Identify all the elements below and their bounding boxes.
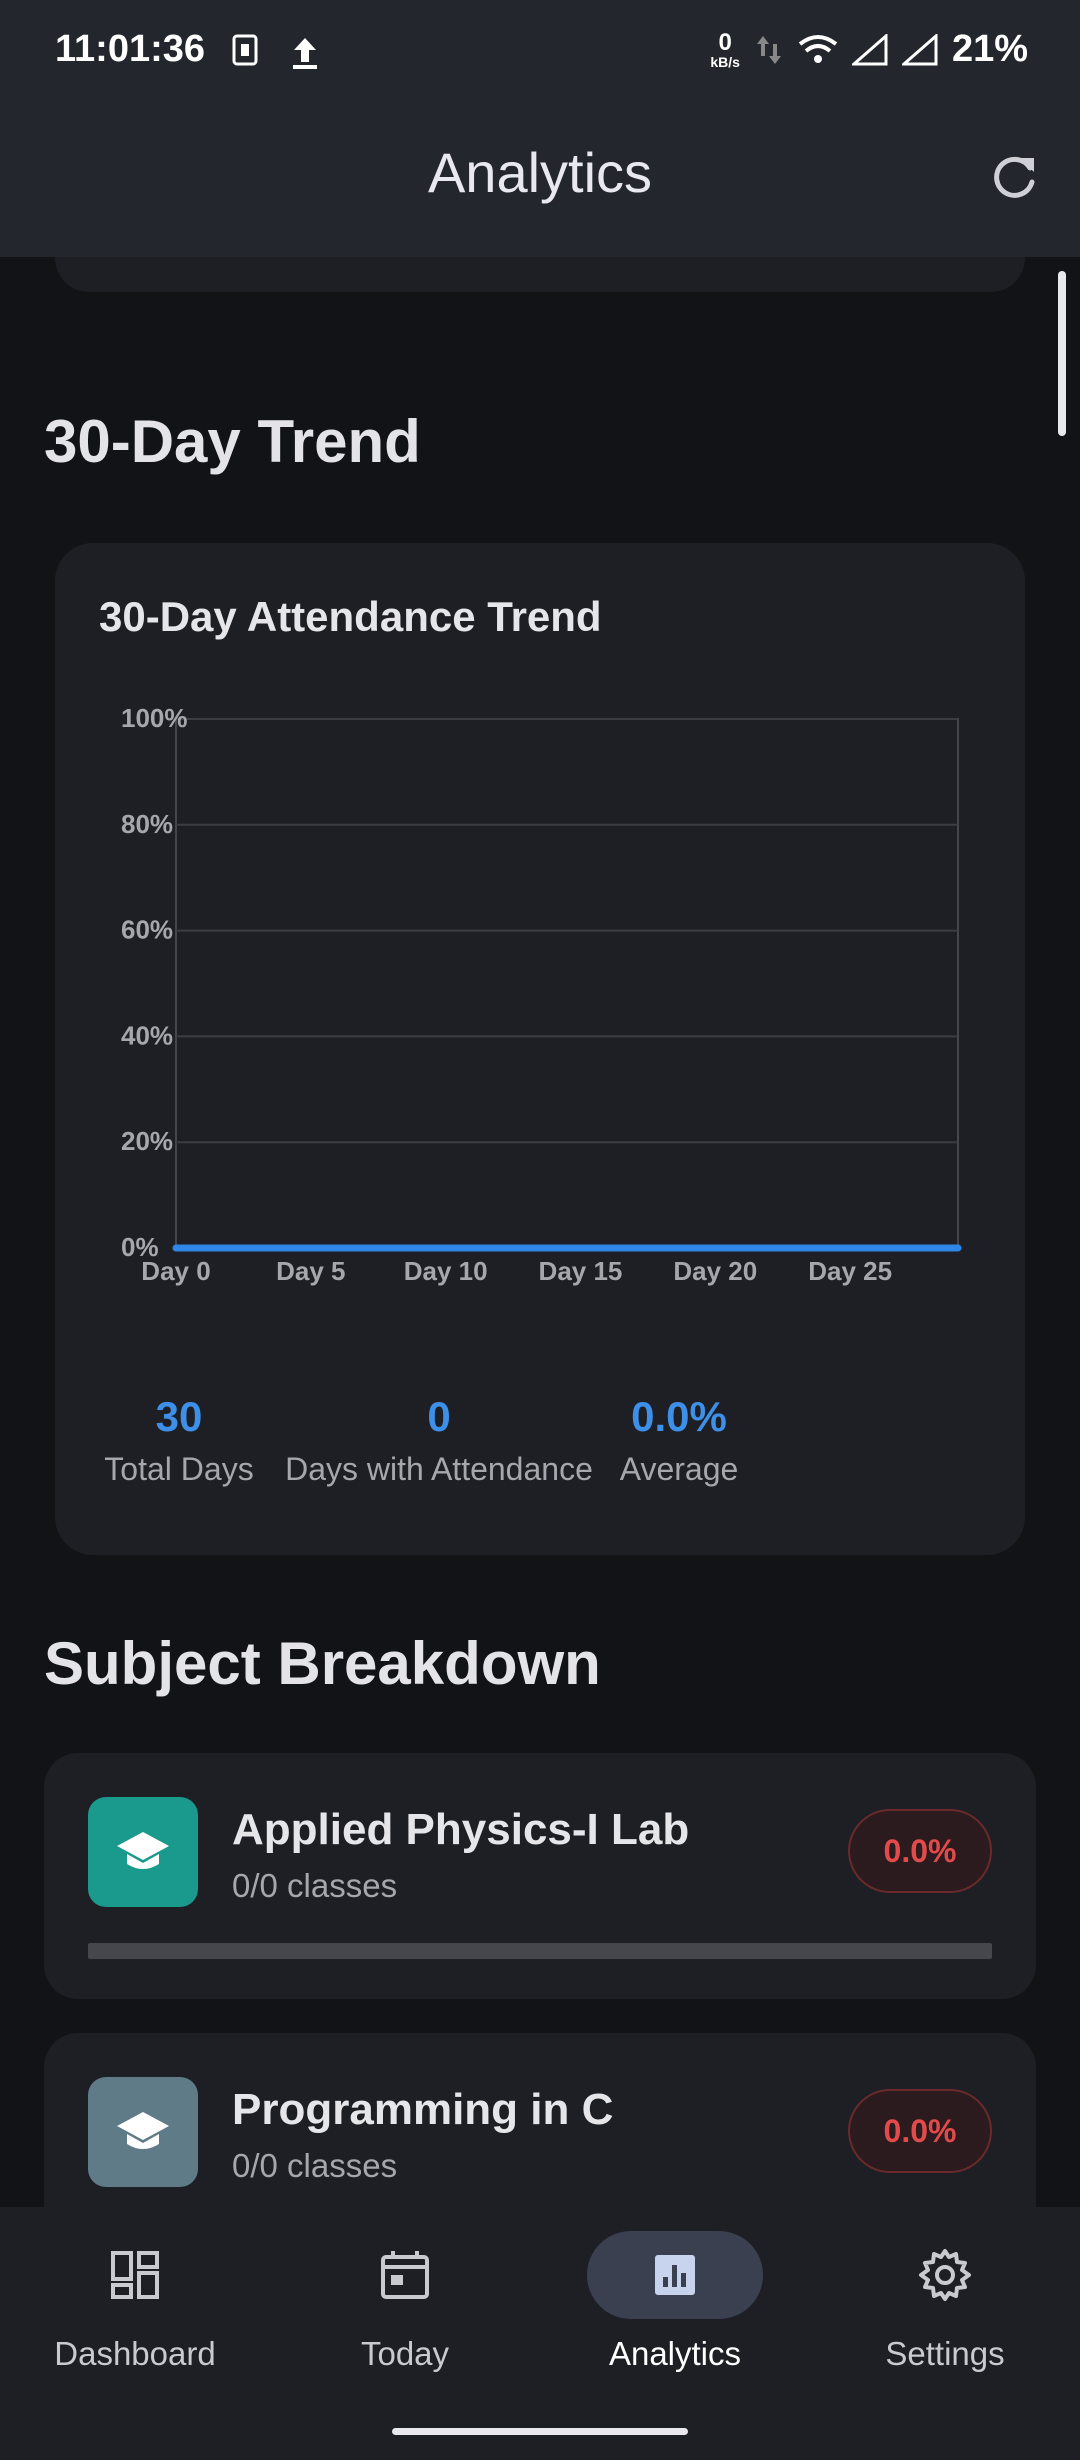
calendar-icon — [381, 2251, 429, 2299]
scroll-content[interactable]: 30-Day Trend 30-Day Attendance Trend 0% 2… — [0, 257, 1080, 2207]
y-tick-label: 100% — [121, 703, 188, 733]
x-tick-label: Day 25 — [808, 1256, 892, 1286]
status-time: 11:01:36 — [55, 28, 206, 70]
nav-today[interactable]: Today — [270, 2207, 540, 2407]
y-tick-label: 40% — [121, 1020, 173, 1050]
dashboard-icon — [111, 2251, 159, 2299]
net-speed: 0 kB/s — [710, 28, 740, 70]
home-indicator[interactable] — [392, 2428, 688, 2435]
signal-icon-2 — [901, 33, 938, 65]
page-title: Analytics — [427, 141, 653, 204]
subject-classes: 0/0 classes — [232, 1867, 398, 1904]
breakdown-section-title: Subject Breakdown — [44, 1630, 601, 1697]
nav-analytics[interactable]: Analytics — [540, 2207, 810, 2407]
status-right: 0 kB/s 21% — [710, 28, 1028, 71]
data-transfer-icon — [756, 35, 781, 64]
subject-card[interactable]: Programming in C 0/0 classes 0.0% — [44, 2033, 1036, 2207]
overview-card — [55, 257, 1025, 292]
subject-name: Programming in C — [232, 2085, 614, 2134]
subject-card[interactable]: Applied Physics-I Lab 0/0 classes 0.0% — [44, 1753, 1036, 1999]
graduation-cap-icon — [88, 1797, 198, 1907]
subject-classes: 0/0 classes — [232, 2147, 398, 2184]
stat-total-days: 30 Total Days — [104, 1393, 254, 1487]
battery-level: 21% — [951, 28, 1028, 70]
bottom-navigation: Dashboard Today Analytics Settings — [0, 2207, 1080, 2460]
analytics-icon — [655, 2255, 695, 2295]
attendance-trend-chart: 0%20%40%60%80%100%Day 0 Day 5 Day 10 Day 15… — [121, 703, 962, 1286]
sim-card-icon — [232, 34, 258, 66]
y-tick-label: 60% — [121, 915, 173, 945]
nav-dashboard[interactable]: Dashboard — [0, 2207, 270, 2407]
y-tick-label: 20% — [121, 1126, 173, 1156]
gear-icon — [919, 2249, 971, 2301]
signal-icon-1 — [851, 33, 888, 65]
attendance-percent-badge: 0.0% — [848, 1809, 992, 1893]
nav-settings[interactable]: Settings — [810, 2207, 1080, 2407]
stat-average: 0.0% Average — [619, 1393, 739, 1487]
x-tick-label: Day 20 — [673, 1256, 757, 1286]
subject-name: Applied Physics-I Lab — [232, 1805, 690, 1854]
x-tick-label: Day 10 — [404, 1256, 488, 1286]
y-tick-label: 80% — [121, 809, 173, 839]
stat-days-with-attendance: 0 Days with Attendance — [285, 1393, 593, 1487]
wifi-icon — [798, 34, 838, 63]
top-app-bar: 11:01:36 0 kB/s 21% Analytics — [0, 0, 1080, 257]
refresh-icon[interactable] — [986, 150, 1042, 206]
trend-section-title: 30-Day Trend — [44, 408, 421, 475]
attendance-percent-badge: 0.0% — [848, 2089, 992, 2173]
x-tick-label: Day 15 — [539, 1256, 623, 1286]
trend-card: 30-Day Attendance Trend 0% 20% 40% 60% 80% 10… — [55, 543, 1025, 1555]
plot-area — [175, 718, 959, 1249]
graduation-cap-icon — [88, 2077, 198, 2187]
x-tick-label: Day 5 — [276, 1256, 345, 1286]
x-tick-label: Day 0 — [141, 1256, 210, 1286]
scrollbar-thumb[interactable] — [1058, 271, 1066, 436]
upload-icon — [293, 38, 317, 69]
status-bar: 11:01:36 0 kB/s 21% — [0, 22, 1080, 78]
attendance-progress-bar — [88, 1943, 992, 1959]
